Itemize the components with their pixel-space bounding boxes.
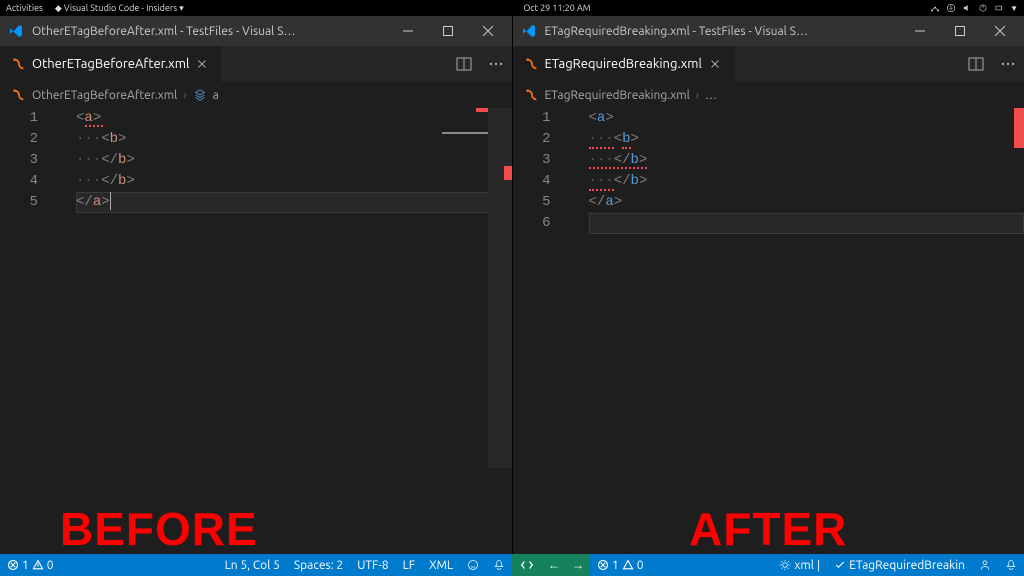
remote-icon	[520, 558, 534, 572]
minimize-button[interactable]	[392, 16, 424, 46]
more-actions-button[interactable]	[992, 46, 1024, 82]
task-status[interactable]: ETagRequiredBreakin	[827, 554, 972, 576]
right-window: ETagRequiredBreaking.xml - TestFiles - V…	[513, 16, 1024, 554]
vscode-icon	[521, 23, 537, 39]
bell-icon	[493, 559, 505, 571]
right-editor[interactable]: 123456 <a> ···<b> ···</b> ···</b> </a> A…	[513, 108, 1024, 554]
close-button[interactable]	[984, 16, 1016, 46]
language-server[interactable]: xml |	[772, 554, 827, 576]
error-icon	[7, 559, 19, 571]
line-gutter: 123456	[513, 108, 569, 234]
chevron-right-icon: ›	[696, 89, 699, 102]
breadcrumb-file[interactable]: OtherETagBeforeAfter.xml	[32, 89, 177, 102]
volume-icon	[962, 3, 972, 13]
nav-forward[interactable]: →	[566, 554, 590, 576]
notifications-button[interactable]	[486, 554, 512, 576]
left-statusbar: 1 0 Ln 5, Col 5 Spaces: 2 UTF-8 LF XML	[0, 554, 512, 576]
activities-button[interactable]: Activities	[6, 3, 43, 13]
minimap-thumb[interactable]	[488, 108, 512, 468]
window-title: OtherETagBeforeAfter.xml - TestFiles - V…	[32, 25, 384, 38]
line-gutter: 12345	[0, 108, 56, 213]
xml-file-icon	[12, 57, 26, 71]
xml-file-icon	[525, 57, 539, 71]
feedback-icon	[467, 559, 479, 571]
chevron-down-icon: ▼	[1010, 4, 1018, 13]
indentation[interactable]: Spaces: 2	[287, 554, 350, 576]
vscode-icon	[8, 23, 24, 39]
chevron-right-icon: ›	[183, 89, 186, 102]
person-icon	[979, 559, 991, 571]
feedback-button[interactable]	[460, 554, 486, 576]
current-app[interactable]: ◆ Visual Studio Code - Insiders ▾	[55, 3, 184, 14]
error-icon	[597, 559, 609, 571]
left-editor[interactable]: 12345 <a> ···<b> ···</b> ···</b> </a> BE…	[0, 108, 512, 554]
close-icon[interactable]	[195, 57, 209, 71]
text-cursor	[110, 192, 111, 210]
warning-icon	[32, 559, 44, 571]
accessibility-icon	[946, 3, 956, 13]
bell-icon	[1005, 559, 1017, 571]
clock[interactable]: Oct 29 11:20 AM	[184, 3, 930, 13]
desktop-topbar: Activities ◆ Visual Studio Code - Inside…	[0, 0, 1024, 16]
nav-back[interactable]: ←	[542, 554, 566, 576]
tab-otheretag[interactable]: OtherETagBeforeAfter.xml	[0, 46, 221, 82]
warning-icon	[622, 559, 634, 571]
minimize-button[interactable]	[904, 16, 936, 46]
cursor-position[interactable]: Ln 5, Col 5	[218, 554, 287, 576]
after-label: AFTER	[513, 519, 1024, 540]
right-breadcrumb[interactable]: ETagRequiredBreaking.xml › …	[513, 82, 1024, 108]
before-label: BEFORE	[60, 519, 258, 540]
power-icon	[978, 3, 988, 13]
eol[interactable]: LF	[396, 554, 422, 576]
statusbar: 1 0 Ln 5, Col 5 Spaces: 2 UTF-8 LF XML ←…	[0, 554, 1024, 576]
close-icon[interactable]	[708, 57, 722, 71]
right-statusbar: ← → 1 0 xml | ETagRequiredBreakin	[512, 554, 1024, 576]
right-titlebar[interactable]: ETagRequiredBreaking.xml - TestFiles - V…	[513, 16, 1024, 46]
language-mode[interactable]: XML	[422, 554, 460, 576]
overview-ruler[interactable]	[1012, 108, 1024, 554]
left-breadcrumb[interactable]: OtherETagBeforeAfter.xml › a	[0, 82, 512, 108]
more-actions-button[interactable]	[480, 46, 512, 82]
left-tabbar: OtherETagBeforeAfter.xml	[0, 46, 512, 82]
maximize-button[interactable]	[944, 16, 976, 46]
problems-button[interactable]: 1 0	[0, 554, 61, 576]
minimap-error-marker	[504, 166, 512, 180]
error-marker	[1014, 108, 1024, 148]
minimap[interactable]	[488, 108, 512, 554]
remote-button[interactable]	[512, 554, 542, 576]
breadcrumb-symbol[interactable]: a	[213, 89, 219, 102]
live-share[interactable]	[972, 554, 998, 576]
split-editor-button[interactable]	[448, 46, 480, 82]
network-icon	[930, 3, 940, 13]
system-tray[interactable]: ▼	[930, 3, 1018, 13]
overview-ruler[interactable]	[476, 108, 488, 554]
close-button[interactable]	[472, 16, 504, 46]
problems-button[interactable]: 1 0	[590, 554, 651, 576]
settings-icon	[779, 559, 791, 571]
code-content[interactable]: <a> ···<b> ···</b> ···</b> </a>	[76, 108, 512, 213]
tab-label: OtherETagBeforeAfter.xml	[32, 57, 189, 71]
xml-file-icon	[525, 88, 539, 102]
breadcrumb-file[interactable]: ETagRequiredBreaking.xml	[545, 89, 690, 102]
battery-icon	[994, 3, 1004, 13]
left-titlebar[interactable]: OtherETagBeforeAfter.xml - TestFiles - V…	[0, 16, 512, 46]
encoding[interactable]: UTF-8	[350, 554, 395, 576]
left-window: OtherETagBeforeAfter.xml - TestFiles - V…	[0, 16, 513, 554]
tab-label: ETagRequiredBreaking.xml	[545, 57, 702, 71]
window-title: ETagRequiredBreaking.xml - TestFiles - V…	[545, 25, 897, 38]
xml-file-icon	[12, 88, 26, 102]
right-tabbar: ETagRequiredBreaking.xml	[513, 46, 1024, 82]
tab-etagrequired[interactable]: ETagRequiredBreaking.xml	[513, 46, 734, 82]
notifications-button[interactable]	[998, 554, 1024, 576]
check-icon	[834, 559, 846, 571]
code-content[interactable]: <a> ···<b> ···</b> ···</b> </a>	[589, 108, 1024, 234]
breadcrumb-more[interactable]: …	[705, 89, 717, 102]
maximize-button[interactable]	[432, 16, 464, 46]
symbol-icon	[193, 88, 207, 102]
split-editor-button[interactable]	[960, 46, 992, 82]
